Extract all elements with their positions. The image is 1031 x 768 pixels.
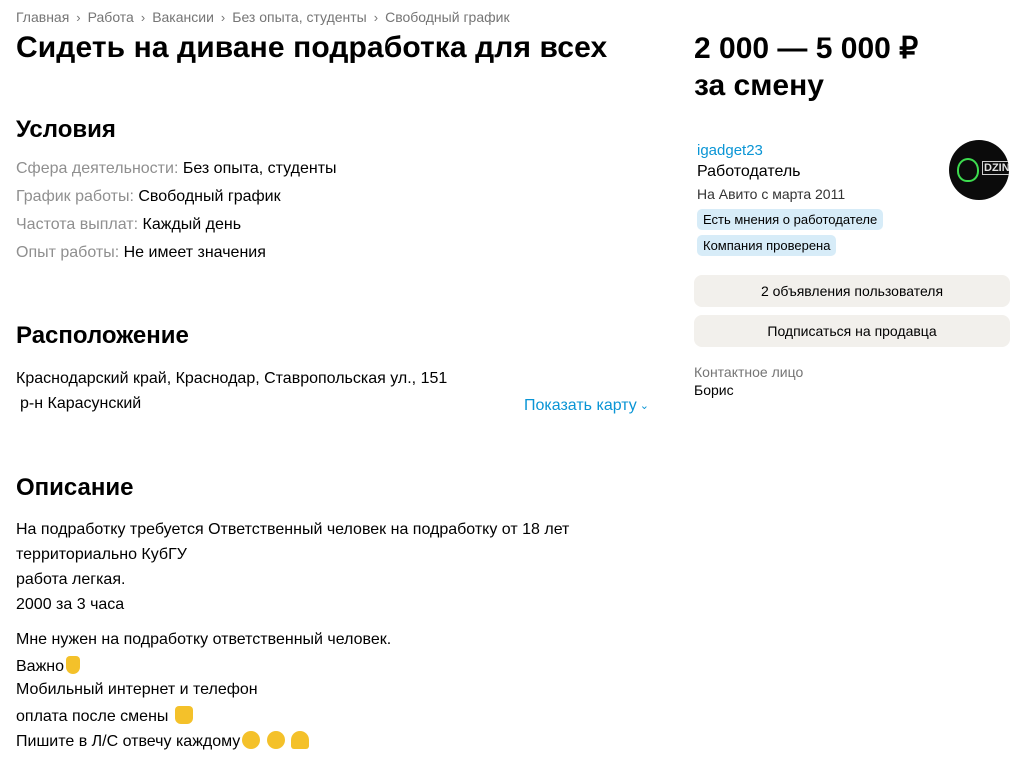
condition-label: График работы: — [16, 188, 134, 205]
condition-row: Опыт работы: Не имеет значения — [16, 244, 266, 262]
description-line: Мне нужен на подработку ответственный че… — [16, 631, 392, 648]
chevron-right-icon: › — [220, 10, 226, 25]
price-range: 2 000 — 5 000 ₽ — [694, 32, 919, 65]
chevron-right-icon: › — [373, 10, 379, 25]
description-line: Мобильный интернет и телефон — [16, 681, 258, 698]
condition-row: Частота выплат: Каждый день — [16, 216, 241, 234]
description-text: Важно — [16, 658, 65, 675]
chevron-right-icon: › — [140, 10, 146, 25]
breadcrumb-work[interactable]: Работа — [88, 9, 134, 25]
condition-row: График работы: Свободный график — [16, 188, 281, 206]
condition-value: Не имеет значения — [123, 244, 266, 261]
condition-value: Без опыта, студенты — [182, 160, 337, 177]
breadcrumb-vacancies[interactable]: Вакансии — [152, 9, 214, 25]
description-text: Пишите в Л/С отвечу каждому — [16, 733, 241, 750]
seller-role: Работодатель — [697, 163, 801, 180]
breadcrumb-no-experience[interactable]: Без опыта, студенты — [232, 9, 367, 25]
condition-label: Сфера деятельности: — [16, 160, 179, 177]
description-text: оплата после смены — [16, 708, 169, 725]
seller-since: На Авито с марта 2011 — [697, 186, 846, 202]
description-line: территориально КубГУ — [16, 546, 187, 563]
show-map-link[interactable]: Показать карту ⌄ — [524, 397, 649, 415]
breadcrumb: Главная › Работа › Вакансии › Без опыта, студе… — [16, 9, 510, 25]
condition-value: Свободный график — [138, 188, 281, 205]
condition-label: Частота выплат: — [16, 216, 139, 233]
chevron-right-icon: › — [76, 10, 81, 25]
description-line: оплата после смены — [16, 706, 193, 726]
description-line: Пишите в Л/С отвечу каждому — [16, 731, 310, 751]
description-heading: Описание — [16, 474, 134, 501]
avatar-logo-text: DZIN — [982, 161, 1009, 175]
contact-name: Борис — [694, 382, 734, 398]
location-address: Краснодарский край, Краснодар, Ставропол… — [16, 370, 448, 387]
description-line: Важно — [16, 656, 81, 676]
price: 2 000 — 5 000 ₽ за смену — [694, 30, 918, 104]
subscribe-button[interactable]: Подписаться на продавца — [694, 315, 1010, 347]
location-heading: Расположение — [16, 322, 189, 349]
breadcrumb-home[interactable]: Главная — [16, 9, 69, 25]
page-title: Сидеть на диване подработка для всех — [16, 31, 608, 64]
description-line: 2000 за 3 часа — [16, 596, 125, 613]
breadcrumb-free-schedule[interactable]: Свободный график — [385, 9, 510, 25]
contact-label: Контактное лицо — [694, 364, 804, 380]
verified-badge[interactable]: Компания проверена — [697, 235, 837, 256]
user-ads-button[interactable]: 2 объявления пользователя — [694, 275, 1010, 307]
condition-value: Каждый день — [142, 216, 242, 233]
pointing-finger-icon — [66, 656, 81, 674]
description-line: работа легкая. — [16, 571, 126, 588]
location-district: р-н Карасунский — [20, 395, 142, 412]
apple-logo-icon — [957, 158, 979, 182]
hugging-face-icon — [266, 731, 285, 749]
reviews-badge[interactable]: Есть мнения о работодателе — [697, 209, 884, 230]
avatar[interactable]: DZIN — [949, 140, 1009, 200]
seller-name-link[interactable]: igadget23 — [697, 142, 763, 159]
chevron-down-icon: ⌄ — [639, 400, 649, 412]
show-map-label: Показать карту — [524, 397, 637, 414]
thumbs-up-icon — [174, 706, 193, 724]
price-period: за смену — [694, 69, 824, 102]
condition-label: Опыт работы: — [16, 244, 120, 261]
condition-row: Сфера деятельности: Без опыта, студенты — [16, 160, 337, 178]
folded-hands-icon — [291, 731, 310, 749]
flexed-biceps-icon — [242, 731, 261, 749]
conditions-heading: Условия — [16, 116, 116, 143]
description-line: На подработку требуется Ответственный че… — [16, 521, 570, 538]
